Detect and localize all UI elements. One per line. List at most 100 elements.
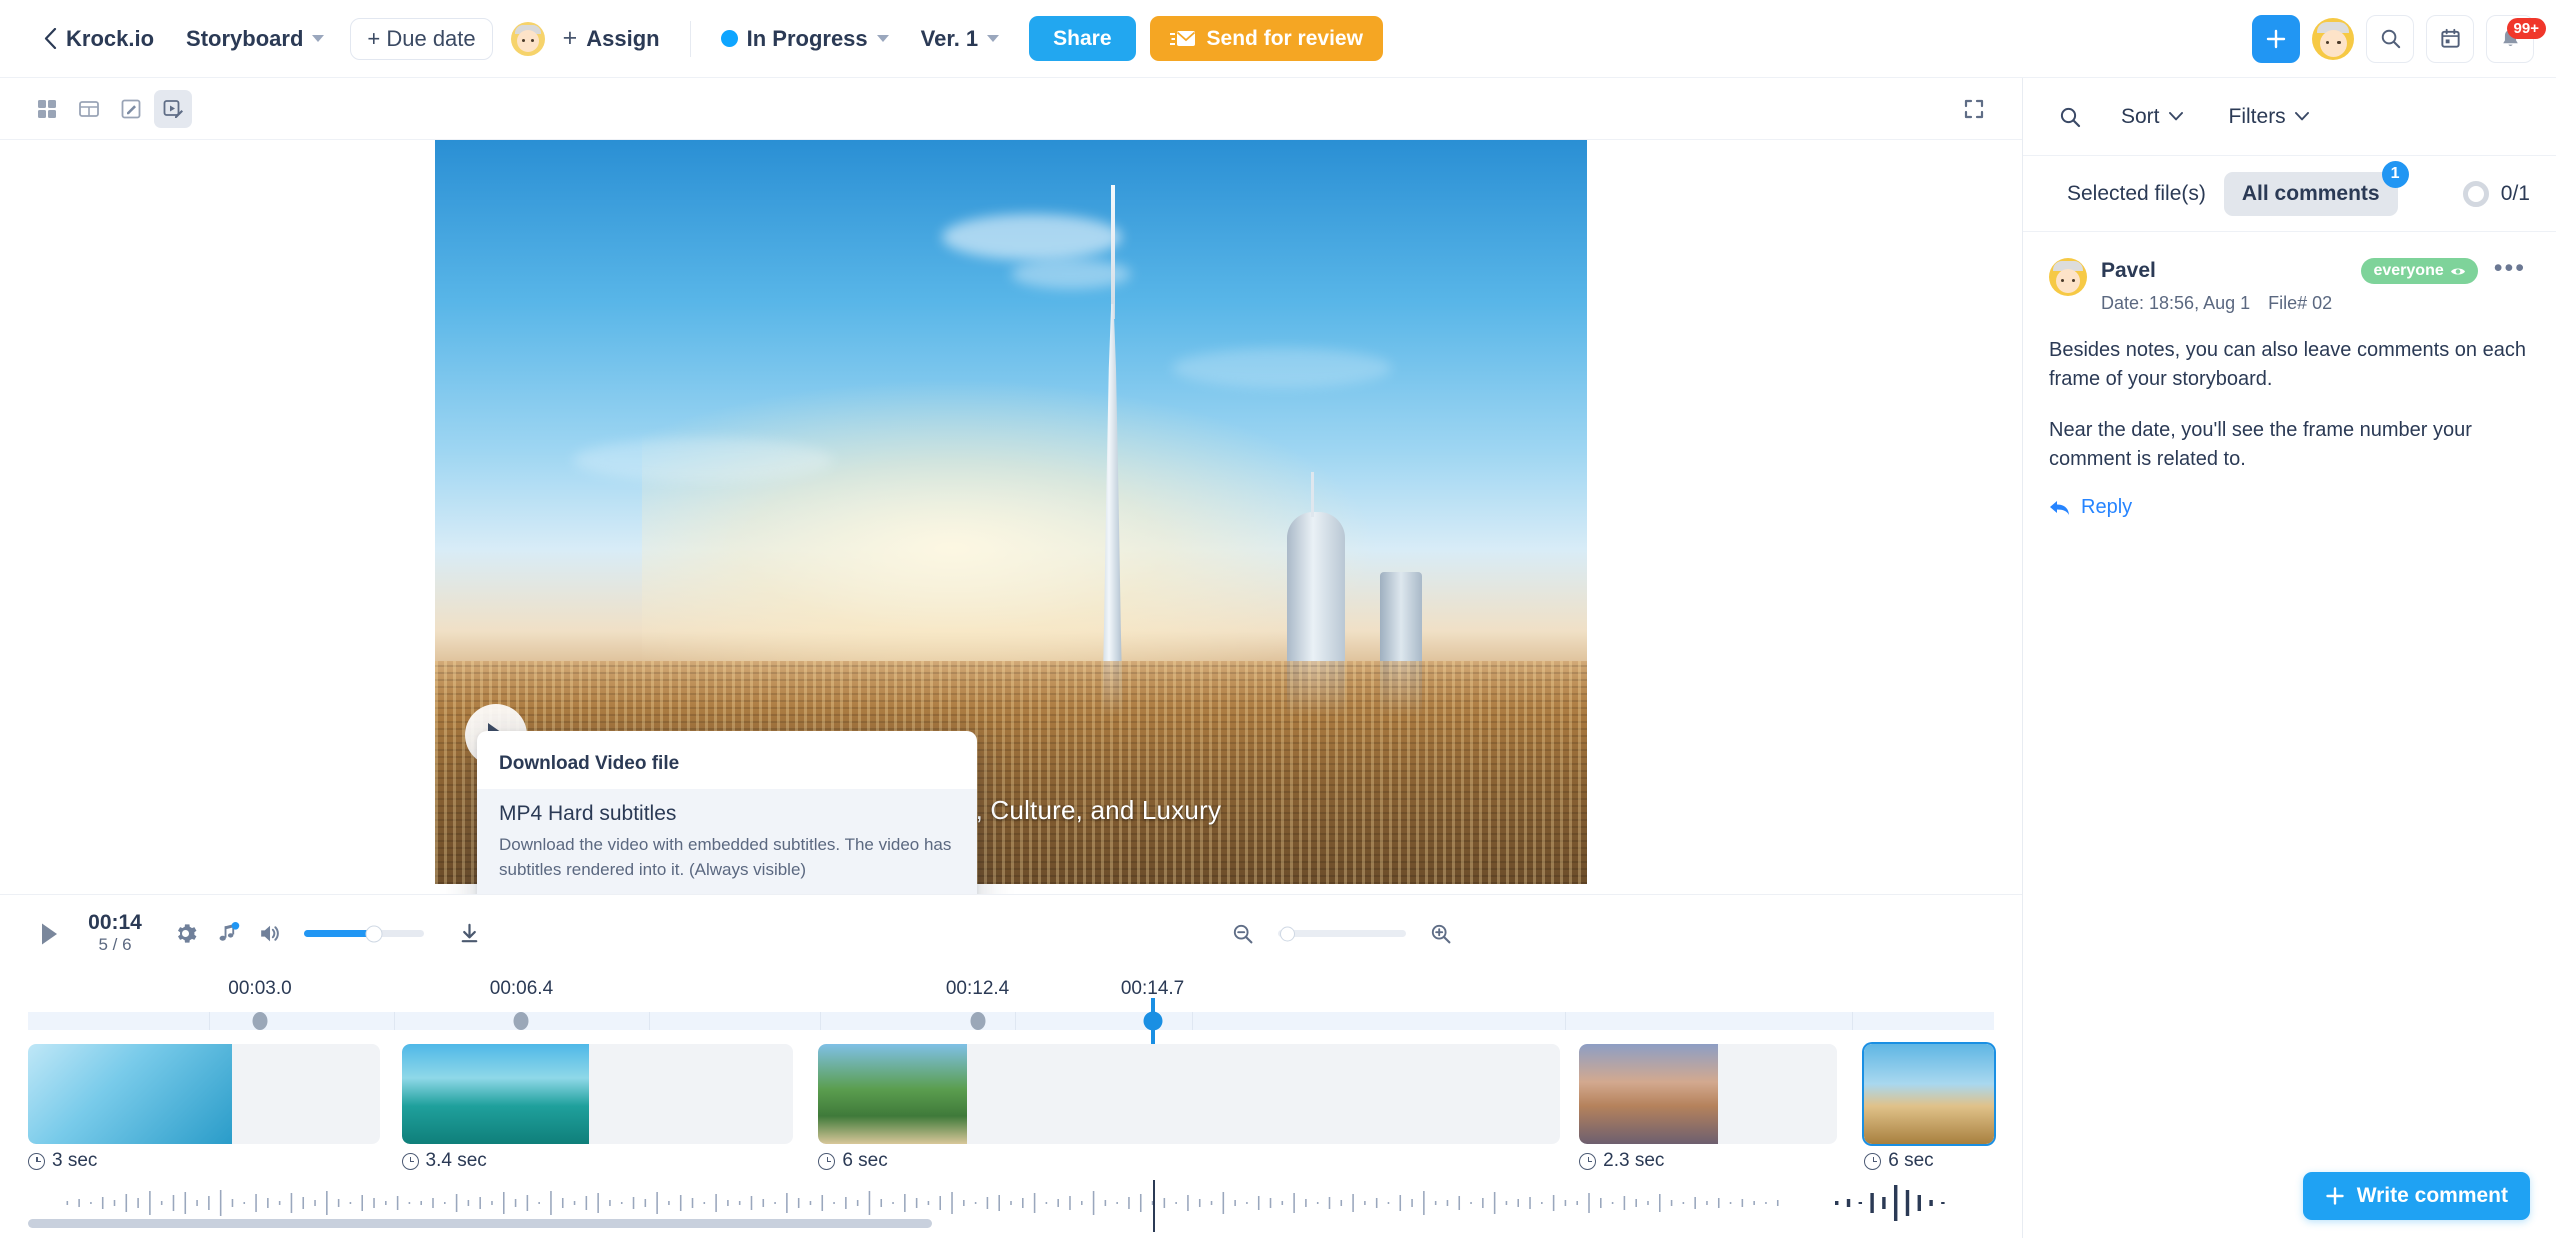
comment-item: Pavel everyone ••• Date: 18:56, Aug 1 Fi… (2023, 232, 2556, 539)
timeline-zoom-slider[interactable] (1278, 926, 1406, 941)
tab-all-comments[interactable]: All comments (2223, 171, 2398, 216)
chevron-down-icon (2294, 112, 2309, 121)
sky-glow (642, 378, 1380, 661)
table-view-icon (79, 100, 99, 117)
zoom-in-button[interactable] (1420, 913, 1462, 955)
view-mode-table[interactable] (70, 90, 108, 128)
timeline-horizontal-scrollbar[interactable] (28, 1219, 1994, 1228)
current-time: 00:14 (88, 911, 142, 935)
comments-search-button[interactable] (2049, 96, 2091, 138)
timeline-clip[interactable] (28, 1044, 380, 1144)
counter-label: 0/1 (2500, 181, 2530, 205)
video-stage: of Skyscrapers, Culture, and Luxury Down… (0, 140, 2022, 894)
audio-track-button[interactable] (206, 913, 248, 955)
menu-item-mp4-hard-subtitles[interactable]: MP4 Hard subtitles Download the video wi… (477, 789, 977, 894)
assign-label: Assign (586, 25, 660, 51)
filters-dropdown[interactable]: Filters (2213, 96, 2325, 138)
toolbar-divider (689, 20, 691, 57)
comments-tabs: Selected file(s) All comments 1 0/1 (2023, 156, 2556, 232)
waveform-svg (66, 1185, 1945, 1221)
cloud (941, 214, 1122, 261)
timeline-clip[interactable] (401, 1044, 793, 1144)
tab-badge: 1 (2381, 160, 2409, 188)
fullscreen-button[interactable] (1954, 89, 1994, 129)
timeline-marker[interactable] (513, 1012, 529, 1030)
due-date-button[interactable]: + Due date (350, 17, 493, 60)
timeline-clip[interactable] (1579, 1044, 1837, 1144)
reply-label: Reply (2081, 496, 2133, 518)
play-button[interactable] (28, 913, 70, 955)
download-button[interactable] (448, 913, 490, 955)
comment-more-button[interactable]: ••• (2494, 255, 2526, 282)
volume-knob[interactable] (365, 925, 383, 942)
project-dropdown[interactable]: Storyboard (170, 15, 340, 63)
app-root: Krock.io Storyboard + Due date + Assign … (0, 0, 2556, 1238)
notifications-button[interactable]: 99+ (2486, 14, 2546, 63)
status-dropdown[interactable]: In Progress (705, 15, 905, 63)
add-button[interactable] (2252, 14, 2300, 63)
view-mode-grid[interactable] (28, 90, 66, 128)
version-dropdown[interactable]: Ver. 1 (905, 15, 1016, 63)
zoom-out-button[interactable] (1222, 913, 1264, 955)
ruler-tick (820, 1012, 822, 1030)
comments-toolbar: Sort Filters (2023, 78, 2556, 156)
review-label: Send for review (1206, 26, 1363, 50)
tab-group: Selected file(s) All comments 1 (2049, 160, 2409, 216)
chevron-down-icon (2168, 112, 2183, 121)
clip-thumbnail (28, 1044, 233, 1144)
timeline-marker[interactable] (970, 1012, 986, 1030)
playhead-handle[interactable] (1143, 1011, 1163, 1031)
assign-button[interactable]: + Assign (547, 15, 676, 63)
clock-icon (28, 1152, 45, 1170)
menu-item-description: Download the video with embedded subtitl… (499, 835, 952, 879)
volume-fill (304, 930, 374, 937)
ruler-tick (1852, 1012, 1854, 1030)
back-button[interactable]: Krock.io (28, 15, 170, 63)
volume-slider[interactable] (304, 925, 424, 942)
clock-icon (818, 1152, 836, 1170)
ruler-tick (1014, 1012, 1016, 1030)
calendar-button[interactable] (2426, 14, 2474, 63)
chevron-left-icon (44, 28, 57, 49)
settings-button[interactable] (164, 913, 206, 955)
timeline-clips: 3 sec 3.4 sec 6 sec 2.3 sec 6 sec (28, 1044, 1994, 1172)
share-button[interactable]: Share (1029, 16, 1136, 61)
scrollbar-thumb[interactable] (28, 1219, 933, 1228)
download-menu[interactable]: Download Video file MP4 Hard subtitles D… (477, 731, 977, 894)
grid-view-icon (38, 99, 56, 118)
view-mode-edit[interactable] (112, 90, 150, 128)
player-controls-bar: 00:14 5 / 6 (0, 894, 2022, 972)
write-comment-button[interactable]: Write comment (2302, 1172, 2530, 1220)
zoom-knob[interactable] (1280, 926, 1295, 941)
comment-paragraph: Besides notes, you can also leave commen… (2049, 339, 2526, 390)
clip-duration: 2.3 sec (1579, 1150, 1664, 1172)
clip-duration: 3.4 sec (401, 1150, 487, 1172)
volume-button[interactable] (248, 913, 290, 955)
gear-icon (177, 924, 196, 943)
visibility-chip[interactable]: everyone (2361, 258, 2478, 284)
search-button[interactable] (2366, 14, 2414, 63)
clip-duration-label: 3.4 sec (425, 1150, 487, 1171)
resolved-counter: 0/1 (2462, 180, 2530, 207)
sort-dropdown[interactable]: Sort (2105, 96, 2199, 138)
timeline: 00:03.0 00:06.4 00:12.4 00:14.7 3 sec 3.… (0, 972, 2022, 1238)
timeline-marker[interactable] (252, 1012, 268, 1030)
clip-duration: 3 sec (28, 1150, 97, 1172)
send-for-review-button[interactable]: Send for review (1149, 16, 1383, 61)
calendar-icon (2440, 28, 2460, 48)
top-bar: Krock.io Storyboard + Due date + Assign … (0, 0, 2556, 78)
project-label: Storyboard (186, 25, 304, 51)
audio-waveform[interactable] (28, 1180, 1994, 1238)
timeline-ruler[interactable] (28, 998, 1994, 1044)
reply-button[interactable]: Reply (2049, 496, 2526, 519)
clock-icon (401, 1152, 419, 1170)
user-avatar[interactable] (2312, 17, 2354, 60)
assignee-avatar[interactable] (510, 21, 545, 56)
ruler-label: 00:06.4 (489, 978, 554, 999)
view-mode-player[interactable] (154, 89, 192, 128)
tab-selected-files[interactable]: Selected file(s) (2049, 172, 2224, 216)
timeline-clip[interactable] (818, 1044, 1560, 1144)
time-display: 00:14 5 / 6 (80, 911, 150, 956)
avatar-face (2056, 269, 2080, 293)
timeline-clip-selected[interactable] (1864, 1044, 1994, 1144)
